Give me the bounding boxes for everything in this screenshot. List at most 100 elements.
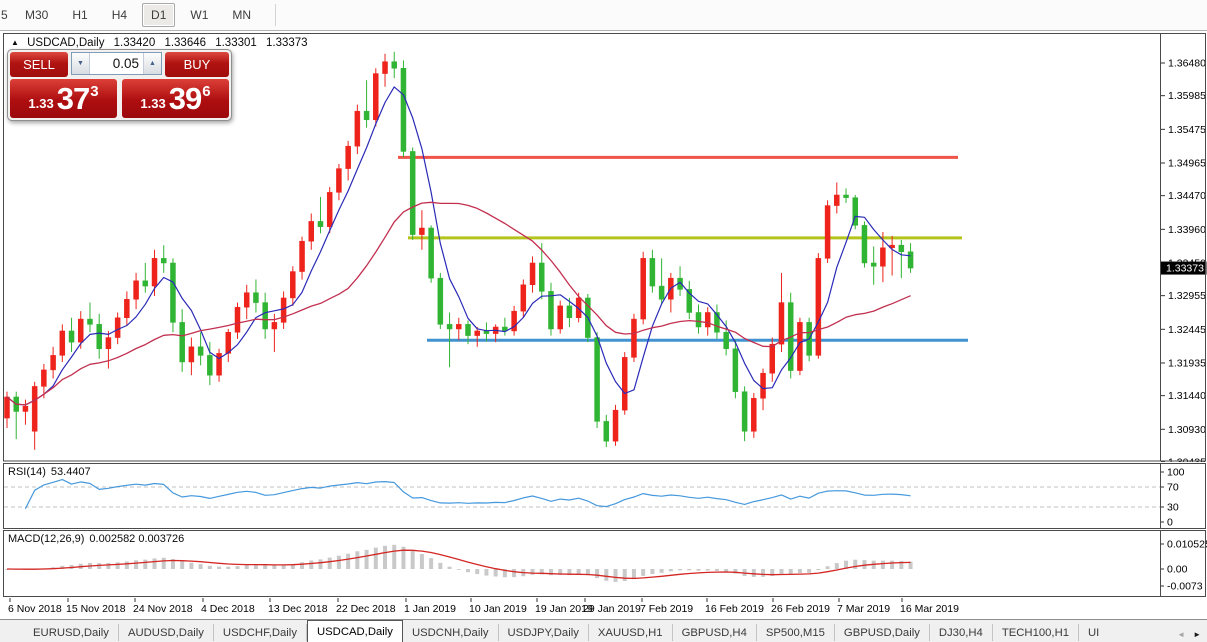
svg-text:1.33960: 1.33960 [1168,224,1206,236]
timeframe-button-mn[interactable]: MN [223,3,260,27]
macd-axis: 0.010525 0.00 -0.0073 [1161,539,1207,593]
svg-text:16 Feb 2019: 16 Feb 2019 [705,603,764,615]
volume-increase-icon[interactable]: ▲ [143,53,161,74]
collapse-triangle-icon[interactable]: ▲ [11,38,19,47]
buy-button[interactable]: BUY [165,52,229,77]
ma-fast-line [7,87,911,405]
svg-text:-0.0073: -0.0073 [1167,581,1203,593]
volume-input[interactable] [90,53,143,74]
date-axis: 6 Nov 2018 15 Nov 2018 24 Nov 2018 4 Dec 20… [0,598,1207,619]
tab-scroll-right-icon[interactable]: ► [1193,630,1201,639]
svg-text:0: 0 [1167,517,1173,529]
tab-sp500-m15[interactable]: SP500,M15 [757,624,835,641]
svg-text:6 Nov 2018: 6 Nov 2018 [8,603,62,615]
svg-text:7 Feb 2019: 7 Feb 2019 [640,603,693,615]
volume-spinner: ▼ ▲ [71,52,162,75]
macd-values: 0.002582 0.003726 [89,533,184,545]
svg-text:13 Dec 2018: 13 Dec 2018 [268,603,328,615]
svg-text:1.36480: 1.36480 [1168,58,1206,70]
svg-text:1 Jan 2019: 1 Jan 2019 [404,603,456,615]
svg-text:10 Jan 2019: 10 Jan 2019 [469,603,527,615]
buy-price-button[interactable]: 1.33 39 6 [122,79,229,118]
buy-price-prefix: 1.33 [140,96,165,111]
svg-text:1.30930: 1.30930 [1168,424,1206,436]
tab-audusd-daily[interactable]: AUDUSD,Daily [119,624,214,641]
sell-button[interactable]: SELL [10,52,68,77]
chart-symbol-label: USDCAD,Daily [27,37,104,49]
rsi-name: RSI(14) [8,466,46,478]
svg-text:1.34470: 1.34470 [1168,190,1206,202]
sell-price-pip: 3 [90,83,98,100]
tab-gbpusd-h4[interactable]: GBPUSD,H4 [673,624,757,641]
svg-text:1.32445: 1.32445 [1168,324,1206,336]
rsi-line [25,480,910,509]
ma-slow-line [7,202,911,405]
tab-partial[interactable]: UI [1079,624,1108,641]
sell-price-prefix: 1.33 [28,96,53,111]
svg-text:100: 100 [1167,467,1185,479]
timeframe-button-d1[interactable]: D1 [142,3,175,27]
sell-price-big: 37 [57,83,89,114]
svg-text:22 Dec 2018: 22 Dec 2018 [336,603,396,615]
svg-text:7 Mar 2019: 7 Mar 2019 [837,603,890,615]
ohlc-close: 1.33373 [266,37,308,49]
macd-name: MACD(12,26,9) [8,533,84,545]
volume-decrease-icon[interactable]: ▼ [72,53,90,74]
tab-usdcad-daily[interactable]: USDCAD,Daily [307,620,403,642]
tab-usdchf-daily[interactable]: USDCHF,Daily [214,624,307,641]
svg-text:1.35985: 1.35985 [1168,90,1206,102]
tab-eurusd-daily[interactable]: EURUSD,Daily [24,624,119,641]
svg-text:15 Nov 2018: 15 Nov 2018 [66,603,126,615]
timeframe-button-m30[interactable]: M30 [16,3,57,27]
svg-text:1.31440: 1.31440 [1168,390,1206,402]
rsi-label: RSI(14) 53.4407 [8,466,96,478]
svg-text:1.31935: 1.31935 [1168,357,1206,369]
svg-text:16 Mar 2019: 16 Mar 2019 [900,603,959,615]
svg-text:4 Dec 2018: 4 Dec 2018 [201,603,255,615]
tab-usdcnh-daily[interactable]: USDCNH,Daily [403,624,499,641]
macd-signal-line [7,550,911,578]
one-click-trade-panel: SELL ▼ ▲ BUY 1.33 37 3 1.33 39 6 [7,49,232,121]
tab-usdjpy-daily[interactable]: USDJPY,Daily [499,624,589,641]
timeframe-button-m5-partial[interactable]: 5 [0,8,13,22]
macd-label: MACD(12,26,9) 0.002582 0.003726 [8,533,189,545]
timeframe-button-h4[interactable]: H4 [103,3,136,27]
tab-xauusd-h1[interactable]: XAUUSD,H1 [589,624,673,641]
svg-text:24 Nov 2018: 24 Nov 2018 [133,603,193,615]
timeframe-button-h1[interactable]: H1 [63,3,96,27]
svg-text:1.32955: 1.32955 [1168,290,1206,302]
current-price-badge: 1.33373 [1161,262,1207,275]
svg-text:1.35475: 1.35475 [1168,124,1206,136]
buy-price-big: 39 [169,83,201,114]
svg-text:0.010525: 0.010525 [1167,539,1207,551]
tab-scroll-arrows: ◄ ► [1175,630,1207,642]
ohlc-low: 1.33301 [215,37,257,49]
price-axis: 1.36480 1.35985 1.35475 1.34965 1.34470 1.339… [1161,58,1206,463]
ohlc-high: 1.33646 [164,37,206,49]
tab-gbpusd-daily[interactable]: GBPUSD,Daily [835,624,930,641]
svg-text:30: 30 [1167,502,1179,514]
svg-text:29 Jan 2019: 29 Jan 2019 [583,603,641,615]
svg-text:26 Feb 2019: 26 Feb 2019 [771,603,830,615]
date-labels: 6 Nov 2018 15 Nov 2018 24 Nov 2018 4 Dec 20… [8,598,959,615]
toolbar-separator [275,4,276,26]
sell-price-button[interactable]: 1.33 37 3 [10,79,117,118]
mt4-window: 5 M30 H1 H4 D1 W1 MN ▲ USDCAD,Daily 1.33… [0,0,1207,642]
svg-text:1.34965: 1.34965 [1168,157,1206,169]
svg-text:1.33373: 1.33373 [1166,263,1204,275]
rsi-level-lines [4,487,1160,507]
tab-tech100-h1[interactable]: TECH100,H1 [993,624,1079,641]
tab-scroll-left-icon[interactable]: ◄ [1177,630,1185,639]
chart-title-line: ▲ USDCAD,Daily 1.33420 1.33646 1.33301 1… [11,37,314,49]
timeframe-button-w1[interactable]: W1 [181,3,217,27]
ohlc-open: 1.33420 [114,37,156,49]
tab-dj30-h4[interactable]: DJ30,H4 [930,624,993,641]
timeframe-toolbar: 5 M30 H1 H4 D1 W1 MN [0,0,1207,31]
svg-text:0.00: 0.00 [1167,564,1188,576]
symbol-tabbar: EURUSD,Daily AUDUSD,Daily USDCHF,Daily U… [0,619,1207,642]
buy-price-pip: 6 [202,83,210,100]
rsi-axis: 100 70 30 0 [1161,467,1185,529]
rsi-value: 53.4407 [51,466,91,478]
svg-text:70: 70 [1167,482,1179,494]
rsi-subwindow[interactable]: 100 70 30 0 [0,462,1207,530]
